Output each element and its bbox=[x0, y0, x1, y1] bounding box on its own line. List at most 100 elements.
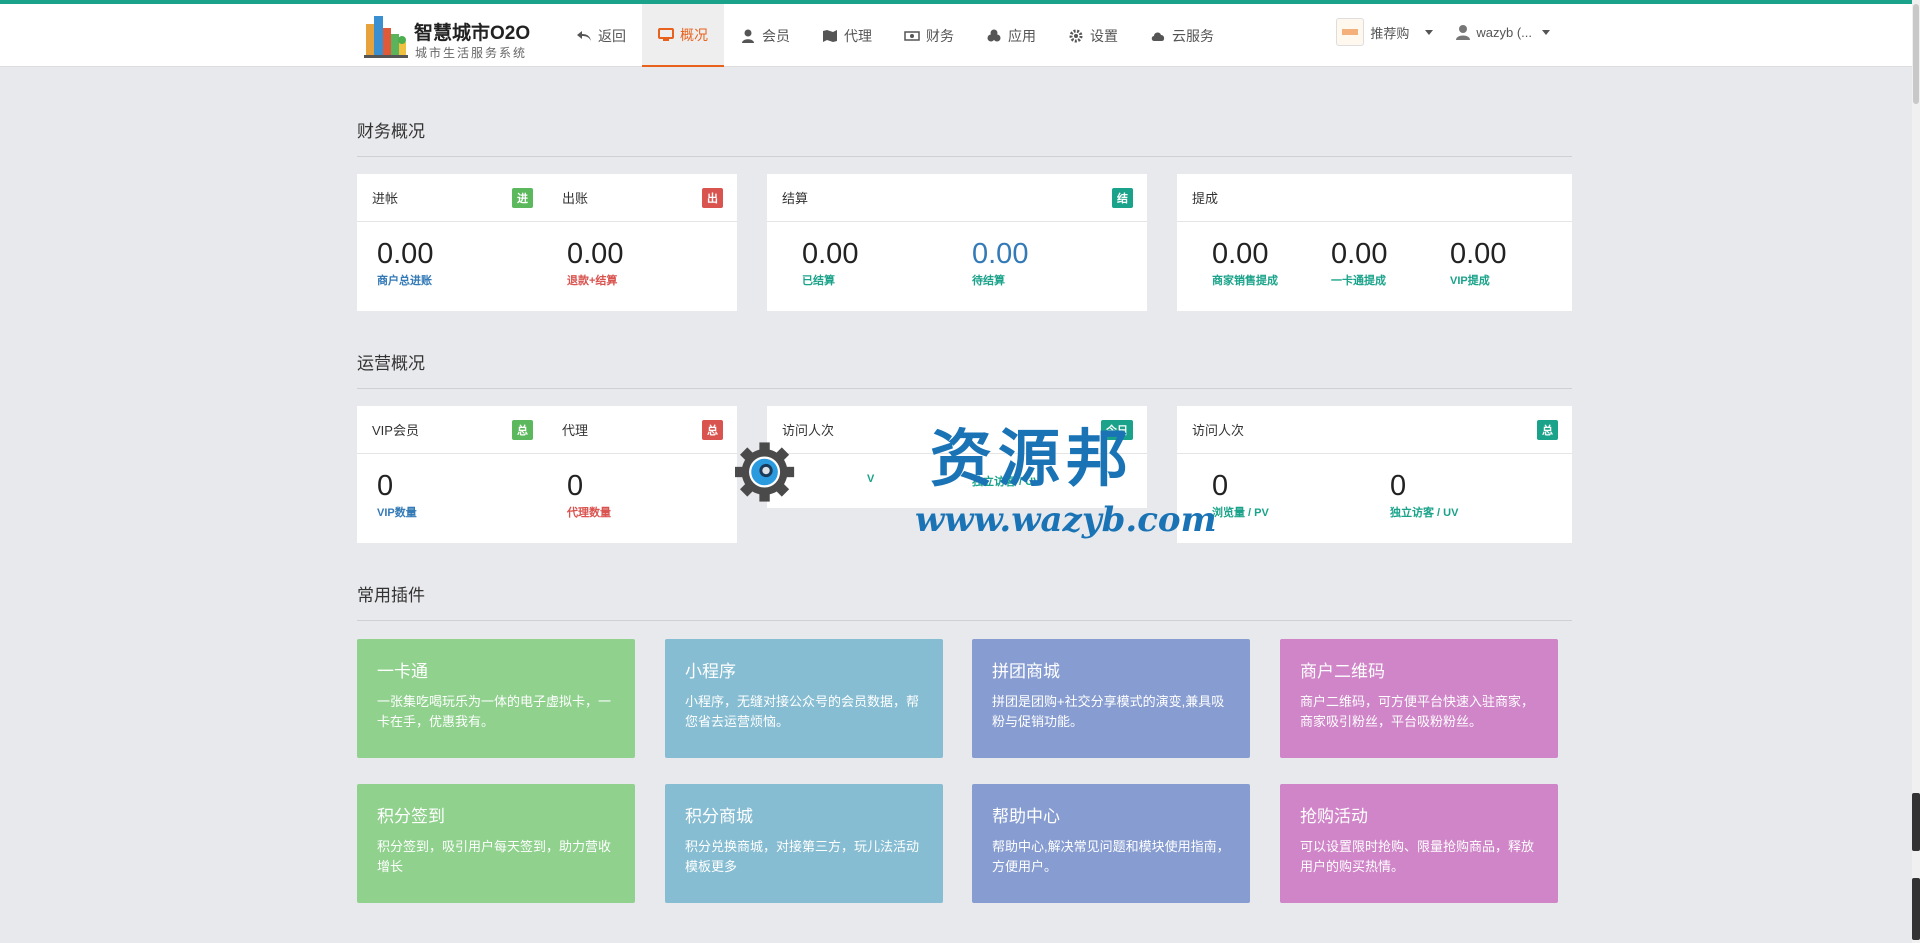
user-dropdown[interactable]: wazyb (... bbox=[1455, 24, 1550, 40]
gear-icon bbox=[1069, 29, 1083, 42]
nav-apps[interactable]: 应用 bbox=[970, 4, 1052, 67]
map-icon bbox=[823, 29, 837, 42]
income-badge: 进 bbox=[512, 188, 533, 208]
plugin-desc: 帮助中心,解决常见问题和模块使用指南，方便用户。 bbox=[992, 839, 1230, 874]
agent-caption: 代理数量 bbox=[567, 507, 611, 519]
settled-value: 0.00 bbox=[802, 238, 859, 270]
nav-overview[interactable]: 概况 bbox=[642, 4, 724, 67]
plugin-title: 小程序 bbox=[685, 662, 736, 681]
panel-header: VIP会员 总 代理 总 bbox=[357, 406, 737, 454]
finance-in-out-panel: 进帐 进 出账 出 0.00 商户总进账 0.00 退款+结算 bbox=[357, 174, 737, 311]
side-widget-bottom[interactable] bbox=[1912, 878, 1920, 940]
panel-header: 访问人次 总 bbox=[1177, 406, 1572, 454]
vip-badge: 总 bbox=[512, 420, 533, 440]
finance-settle-panel: 结算 结 0.00 已结算 0.00 待结算 bbox=[767, 174, 1147, 311]
nav-overview-label: 概况 bbox=[680, 26, 708, 43]
settled-caption: 已结算 bbox=[802, 275, 835, 287]
visits-label: 访问人次 bbox=[1192, 423, 1245, 438]
income-caption: 商户总进账 bbox=[377, 275, 432, 287]
plugin-card-merchant-qrcode[interactable]: 商户二维码 商户二维码，可方便平台快速入驻商家，商家吸引粉丝，平台吸粉粉丝。 bbox=[1280, 639, 1558, 758]
card-commission-caption: 一卡通提成 bbox=[1331, 275, 1386, 287]
brand-logo[interactable]: 智慧城市O2O 城市生活服务系统 bbox=[362, 12, 542, 60]
watermark-text: 资源邦 bbox=[930, 422, 1135, 495]
nav-finance-label: 财务 bbox=[926, 27, 954, 44]
expense-label: 出账 bbox=[562, 191, 589, 206]
nav-finance[interactable]: 财务 bbox=[888, 4, 970, 67]
undo-icon bbox=[577, 30, 591, 41]
navbar: 智慧城市O2O 城市生活服务系统 返回 概况 会员 代理 财务 应用 设置 云服… bbox=[0, 4, 1920, 67]
pv-caption: 浏览量 / PV bbox=[1212, 507, 1269, 519]
income-value: 0.00 bbox=[377, 238, 434, 270]
visits-total-panel: 访问人次 总 0 浏览量 / PV 0 独立访客 / UV bbox=[1177, 406, 1572, 543]
agent-badge: 总 bbox=[702, 420, 723, 440]
finance-section-title: 财务概况 bbox=[357, 117, 1572, 157]
nav-cloud-label: 云服务 bbox=[1172, 27, 1214, 44]
nav-back[interactable]: 返回 bbox=[560, 4, 642, 67]
nav-agents[interactable]: 代理 bbox=[806, 4, 888, 67]
settle-label: 结算 bbox=[782, 191, 809, 206]
plugin-desc: 积分签到，吸引用户每天签到，助力营收增长 bbox=[377, 839, 612, 874]
plugin-title: 积分商城 bbox=[685, 807, 753, 826]
scrollbar-thumb[interactable] bbox=[1913, 4, 1919, 104]
vip-commission-stat: 0.00 VIP提成 bbox=[1450, 238, 1506, 288]
income-label: 进帐 bbox=[372, 191, 399, 206]
money-icon bbox=[904, 30, 920, 41]
vip-label: VIP会员 bbox=[372, 423, 419, 438]
merchant-commission-caption: 商家销售提成 bbox=[1212, 275, 1278, 287]
plugin-card-points-mall[interactable]: 积分商城 积分兑换商城，对接第三方，玩儿法活动模板更多 bbox=[665, 784, 943, 903]
user-avatar-icon bbox=[1456, 25, 1471, 40]
plugin-title: 拼团商城 bbox=[992, 662, 1060, 681]
monitor-icon bbox=[658, 27, 674, 41]
recommend-dropdown[interactable]: 推荐购 bbox=[1336, 18, 1434, 46]
plugin-desc: 拼团是团购+社交分享模式的演变,兼具吸粉与促销功能。 bbox=[992, 694, 1225, 729]
brand-title: 智慧城市O2O bbox=[414, 23, 531, 44]
operation-section-title: 运营概况 bbox=[357, 349, 1572, 389]
uv-caption: 独立访客 / UV bbox=[1390, 507, 1459, 519]
recommend-thumbnail-icon bbox=[1336, 18, 1365, 46]
plugin-desc: 商户二维码，可方便平台快速入驻商家，商家吸引粉丝，平台吸粉粉丝。 bbox=[1300, 694, 1535, 729]
expense-stat: 0.00 退款+结算 bbox=[567, 238, 623, 288]
panel-header: 提成 bbox=[1177, 174, 1572, 222]
plugin-card-miniprogram[interactable]: 小程序 小程序，无缝对接公众号的会员数据，帮您省去运营烦恼。 bbox=[665, 639, 943, 758]
visits-badge: 总 bbox=[1537, 420, 1558, 440]
plugin-desc: 积分兑换商城，对接第三方，玩儿法活动模板更多 bbox=[685, 839, 920, 874]
vip-value: 0 bbox=[377, 470, 394, 502]
pv-value: 0 bbox=[1212, 470, 1229, 502]
plugin-card-checkin[interactable]: 积分签到 积分签到，吸引用户每天签到，助力营收增长 bbox=[357, 784, 635, 903]
pv-stat: 0 浏览量 / PV bbox=[1212, 470, 1269, 520]
plugin-card-flash-sale[interactable]: 抢购活动 可以设置限时抢购、限量抢购商品，释放用户的购买热情。 bbox=[1280, 784, 1558, 903]
plugin-title: 帮助中心 bbox=[992, 807, 1060, 826]
user-label: wazyb (... bbox=[1476, 24, 1532, 40]
card-commission-stat: 0.00 一卡通提成 bbox=[1331, 238, 1387, 288]
plugin-card-groupbuy[interactable]: 拼团商城 拼团是团购+社交分享模式的演变,兼具吸粉与促销功能。 bbox=[972, 639, 1250, 758]
cloud-icon bbox=[1151, 31, 1165, 41]
city-logo-icon bbox=[364, 16, 408, 58]
nav-cloud[interactable]: 云服务 bbox=[1134, 4, 1230, 67]
nav-members[interactable]: 会员 bbox=[724, 4, 806, 67]
agent-stat: 0 代理数量 bbox=[567, 470, 611, 520]
uv-value: 0 bbox=[1390, 470, 1407, 502]
vip-commission-caption: VIP提成 bbox=[1450, 275, 1490, 287]
nav-apps-label: 应用 bbox=[1008, 27, 1036, 44]
panel-header: 结算 结 bbox=[767, 174, 1147, 222]
plugin-title: 抢购活动 bbox=[1300, 807, 1368, 826]
side-widget-top[interactable] bbox=[1912, 793, 1920, 851]
nav-settings[interactable]: 设置 bbox=[1052, 4, 1134, 67]
watermark-gear-logo bbox=[735, 442, 795, 502]
merchant-commission-stat: 0.00 商家销售提成 bbox=[1212, 238, 1278, 288]
brand-subtitle: 城市生活服务系统 bbox=[415, 46, 528, 60]
pending-caption: 待结算 bbox=[972, 275, 1005, 287]
income-stat: 0.00 商户总进账 bbox=[377, 238, 433, 288]
cubes-icon bbox=[987, 29, 1001, 41]
watermark-url: www.wazyb.com bbox=[915, 500, 1217, 540]
plugin-card-help-center[interactable]: 帮助中心 帮助中心,解决常见问题和模块使用指南，方便用户。 bbox=[972, 784, 1250, 903]
settled-stat: 0.00 已结算 bbox=[802, 238, 858, 288]
expense-value: 0.00 bbox=[567, 238, 624, 270]
plugin-desc: 可以设置限时抢购、限量抢购商品，释放用户的购买热情。 bbox=[1300, 839, 1535, 874]
vip-stat: 0 VIP数量 bbox=[377, 470, 417, 520]
plugin-title: 积分签到 bbox=[377, 807, 445, 826]
plugin-card-membership[interactable]: 一卡通 一张集吃喝玩乐为一体的电子虚拟卡，一卡在手，优惠我有。 bbox=[357, 639, 635, 758]
chevron-down-icon bbox=[1425, 29, 1434, 35]
header-right: 推荐购 wazyb (... bbox=[1336, 18, 1550, 46]
nav-members-label: 会员 bbox=[762, 27, 790, 44]
